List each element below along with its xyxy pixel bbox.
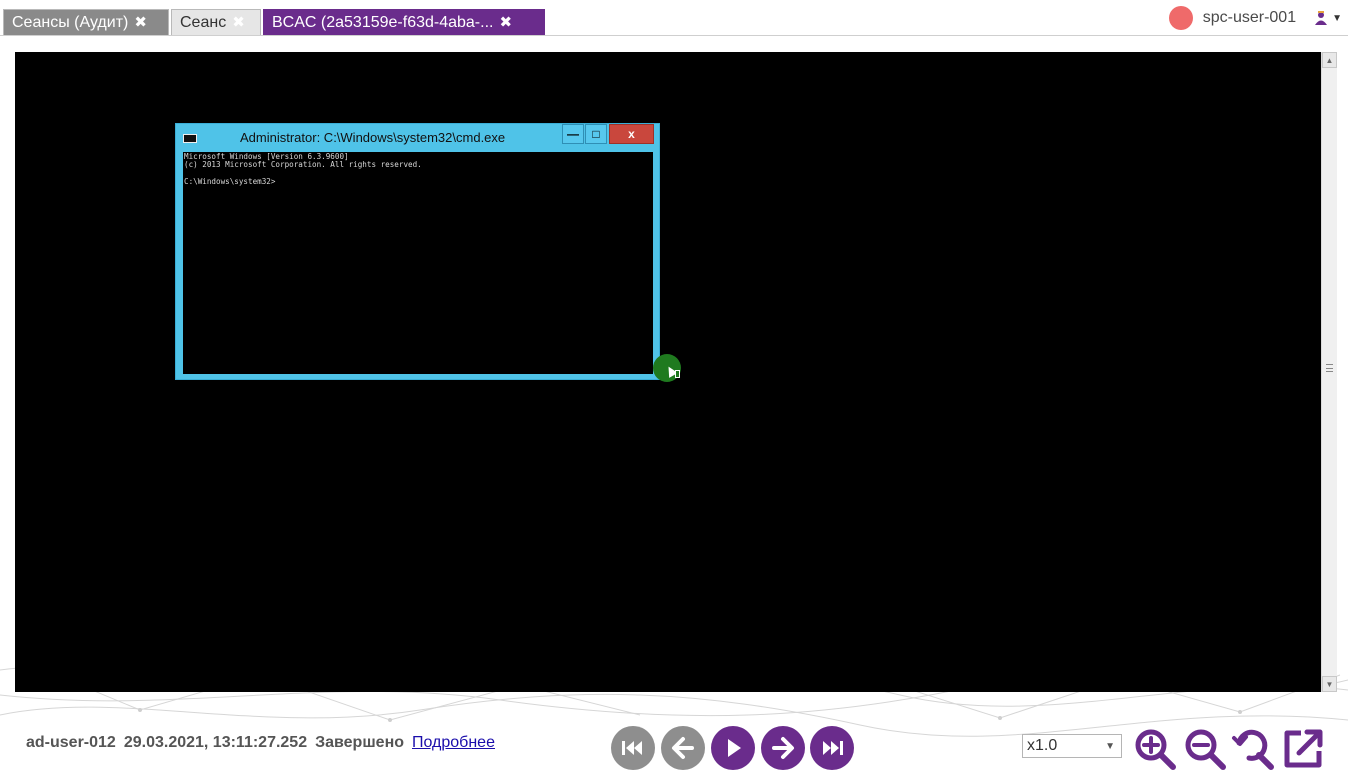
playback-speed-select[interactable]: x1.0 ▼ [1022, 734, 1122, 758]
popout-button[interactable] [1280, 726, 1326, 772]
close-icon[interactable]: ✖ [499, 15, 512, 30]
zoom-in-icon [1135, 729, 1176, 770]
session-datetime: 29.03.2021, 13:11:27.252 [123, 734, 308, 751]
zoom-out-icon [1185, 729, 1226, 770]
tab-sessions-audit[interactable]: Сеансы (Аудит) ✖ [3, 9, 169, 35]
vertical-scrollbar[interactable]: ▲ ▼ [1321, 52, 1337, 692]
session-player-viewport[interactable]: Administrator: C:\Windows\system32\cmd.e… [15, 52, 1321, 692]
last-frame-icon [823, 741, 843, 755]
first-frame-button[interactable] [611, 726, 655, 770]
maximize-icon: □ [585, 124, 607, 144]
chevron-down-icon: ▼ [1332, 12, 1342, 24]
busy-cursor-icon [675, 370, 680, 378]
next-icon [772, 737, 794, 759]
play-icon [728, 739, 741, 757]
scroll-grip[interactable] [1326, 364, 1333, 372]
tab-divider [0, 35, 1348, 36]
zoom-fit-icon [1232, 729, 1274, 770]
cmd-window: Administrator: C:\Windows\system32\cmd.e… [175, 123, 660, 380]
user-name[interactable]: spc-user-001 [1203, 9, 1296, 27]
tab-label: Сеанс [180, 13, 227, 31]
cmd-titlebar: Administrator: C:\Windows\system32\cmd.e… [176, 124, 659, 151]
zoom-fit-button[interactable] [1230, 726, 1276, 772]
user-icon [1315, 11, 1328, 25]
last-frame-button[interactable] [810, 726, 854, 770]
tab-bcac-session[interactable]: BCAC (2a53159e-f63d-4aba-... ✖ [263, 9, 545, 35]
zoom-in-button[interactable] [1132, 726, 1178, 772]
play-button[interactable] [711, 726, 755, 770]
previous-icon [672, 737, 694, 759]
close-icon[interactable]: ✖ [134, 15, 147, 30]
session-info-bar: ad-user-012 29.03.2021, 13:11:27.252 Зав… [26, 733, 495, 753]
user-status-dot [1168, 6, 1193, 30]
first-frame-icon [622, 741, 642, 755]
popout-icon [1284, 729, 1323, 768]
minimize-icon: — [562, 124, 584, 144]
top-tab-bar: Сеансы (Аудит) ✖ Сеанс ✖ BCAC (2a53159e-… [0, 0, 1348, 36]
zoom-out-button[interactable] [1182, 726, 1228, 772]
close-icon: x [609, 124, 654, 144]
chevron-down-icon: ▼ [1105, 740, 1115, 752]
tab-session[interactable]: Сеанс ✖ [171, 9, 261, 35]
tab-label: BCAC (2a53159e-f63d-4aba-... [272, 13, 494, 31]
tab-label: Сеансы (Аудит) [12, 13, 129, 31]
cmd-icon [183, 134, 197, 143]
close-icon[interactable]: ✖ [232, 15, 245, 30]
scroll-down-icon[interactable]: ▼ [1322, 676, 1337, 692]
cmd-console-output: Microsoft Windows [Version 6.3.9600] (c)… [183, 152, 653, 374]
user-area: spc-user-001 ▼ [1168, 5, 1348, 31]
session-status: Завершено [315, 734, 404, 751]
next-button[interactable] [761, 726, 805, 770]
details-link[interactable]: Подробнее [412, 734, 495, 752]
previous-button[interactable] [661, 726, 705, 770]
speed-value: x1.0 [1027, 737, 1058, 754]
scroll-up-icon[interactable]: ▲ [1322, 52, 1337, 68]
cmd-window-title: Administrator: C:\Windows\system32\cmd.e… [240, 130, 506, 145]
session-user: ad-user-012 [26, 734, 116, 751]
user-menu-button[interactable]: ▼ [1314, 10, 1342, 26]
